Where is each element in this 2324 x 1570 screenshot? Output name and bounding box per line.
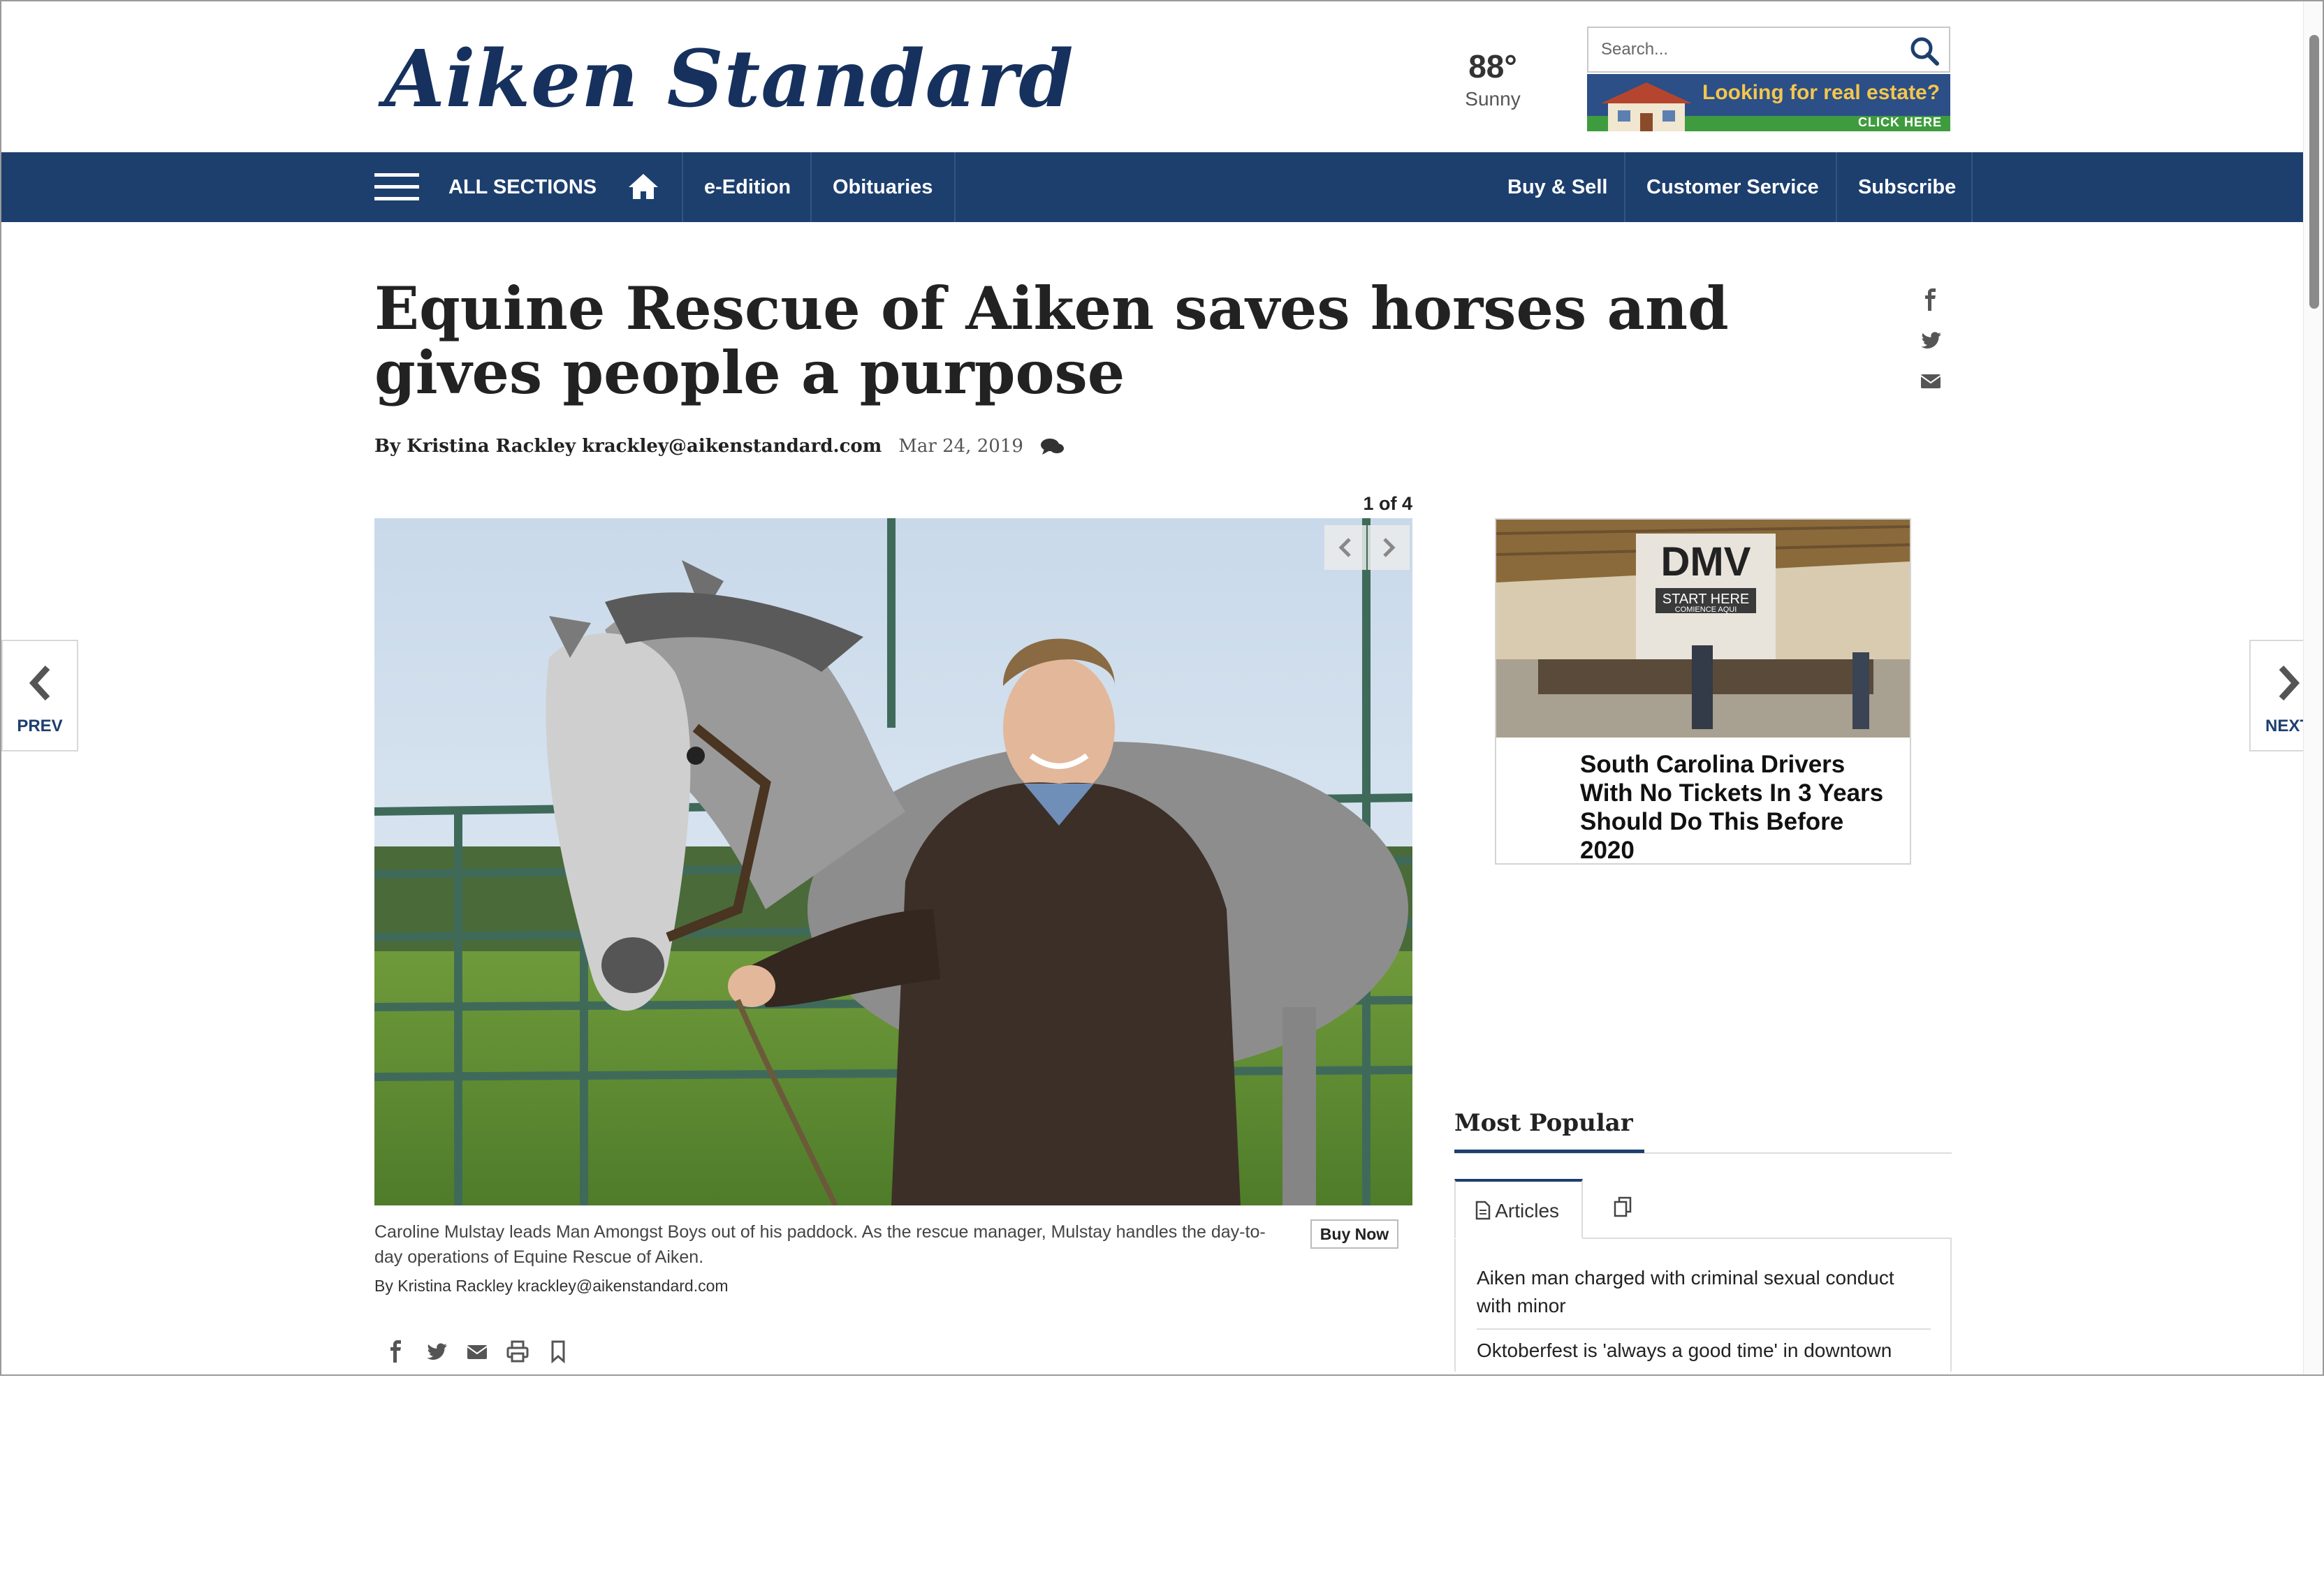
bookmark-icon[interactable]	[546, 1340, 570, 1363]
nav-item-obituaries[interactable]: Obituaries	[810, 152, 953, 222]
start-here-sign: START HERE	[1662, 592, 1749, 607]
photo-credit: By Kristina Rackley krackley@aikenstanda…	[374, 1277, 729, 1295]
article-byline-row: By Kristina Rackley krackley@aikenstanda…	[374, 436, 1065, 457]
chevron-right-icon	[2279, 665, 2300, 701]
prev-label: PREV	[17, 717, 63, 735]
email-icon[interactable]	[465, 1340, 489, 1363]
twitter-icon[interactable]	[1919, 328, 1943, 352]
copy-icon	[1614, 1196, 1632, 1217]
facebook-icon[interactable]	[384, 1340, 408, 1363]
ad-headline: Looking for real estate?	[1702, 81, 1941, 104]
ad-cta: CLICK HERE	[1857, 115, 1942, 129]
home-icon[interactable]	[627, 172, 660, 201]
browser-viewport: Aiken Standard 88° Sunny Looking for rea…	[0, 0, 2324, 1376]
chevron-left-icon	[29, 665, 50, 701]
photo-next-button[interactable]	[1368, 525, 1410, 570]
chevron-right-icon	[1383, 538, 1396, 557]
search-icon[interactable]	[1908, 35, 1941, 67]
all-sections-link[interactable]: ALL SECTIONS	[448, 152, 597, 222]
nav-item-customer-service[interactable]: Customer Service	[1624, 152, 1840, 222]
weather-temperature: 88°	[1468, 48, 1517, 85]
tab-articles[interactable]: Articles	[1454, 1179, 1583, 1239]
facebook-icon[interactable]	[1919, 288, 1943, 311]
tab-collections[interactable]	[1594, 1179, 1653, 1239]
nav-item-subscribe[interactable]: Subscribe	[1836, 152, 1977, 222]
dmv-sign: DMV	[1661, 539, 1751, 585]
prev-article-button[interactable]: PREV	[1, 640, 78, 751]
buy-now-button[interactable]: Buy Now	[1310, 1219, 1398, 1249]
house-icon	[1601, 82, 1692, 131]
dmv-photo: DMV START HERE COMIENCE AQUI	[1496, 520, 1910, 738]
hamburger-menu-icon[interactable]	[374, 173, 419, 201]
sponsored-ad[interactable]: DMV START HERE COMIENCE AQUI South Carol…	[1495, 518, 1911, 865]
article-headline: Equine Rescue of Aiken saves horses and …	[374, 274, 1729, 407]
comience-aqui-sign: COMIENCE AQUI	[1675, 606, 1737, 614]
print-icon[interactable]	[506, 1340, 529, 1363]
tab-articles-label: Articles	[1495, 1200, 1560, 1221]
twitter-icon[interactable]	[425, 1340, 448, 1363]
publish-date: Mar 24, 2019	[898, 436, 1023, 457]
nav-divider	[954, 152, 956, 222]
chevron-left-icon	[1338, 538, 1351, 557]
vertical-scrollbar[interactable]	[2303, 1, 2323, 1374]
email-icon[interactable]	[1919, 369, 1943, 392]
scrollbar-thumb[interactable]	[2309, 35, 2319, 309]
nav-item-e-edition[interactable]: e-Edition	[682, 152, 812, 222]
comments-icon[interactable]	[1040, 436, 1065, 457]
ad-title: South Carolina Drivers With No Tickets I…	[1580, 751, 1884, 864]
weather-widget[interactable]: 88° Sunny	[1454, 47, 1531, 110]
nav-divider	[1971, 152, 1973, 222]
most-popular-underline	[1454, 1150, 1644, 1153]
author-byline[interactable]: By Kristina Rackley krackley@aikenstanda…	[374, 436, 882, 457]
divider	[1477, 1328, 1931, 1330]
photo-caption: Caroline Mulstay leads Man Amongst Boys …	[374, 1222, 1266, 1267]
main-nav: ALL SECTIONS e-Edition Obituaries Buy & …	[1, 152, 2323, 222]
list-item[interactable]: Aiken man charged with criminal sexual c…	[1477, 1264, 1931, 1320]
nav-item-buy-sell[interactable]: Buy & Sell	[1486, 152, 1628, 222]
article-photo[interactable]	[374, 518, 1412, 1205]
document-icon	[1475, 1201, 1491, 1220]
site-logo[interactable]: Aiken Standard	[384, 41, 1074, 119]
photo-prev-button[interactable]	[1324, 525, 1366, 570]
search-box	[1587, 27, 1950, 73]
weather-condition: Sunny	[1465, 88, 1521, 110]
share-column	[1919, 288, 1947, 409]
horse-and-woman-photo	[374, 518, 1412, 1205]
most-popular-list: Aiken man charged with criminal sexual c…	[1454, 1239, 1952, 1372]
most-popular-tabs: Articles	[1454, 1179, 1952, 1239]
search-input[interactable]	[1588, 28, 1896, 71]
most-popular-title: Most Popular	[1454, 1109, 1633, 1137]
real-estate-ad[interactable]: Looking for real estate? CLICK HERE	[1587, 74, 1950, 131]
gallery-counter: 1 of 4	[1363, 493, 1412, 514]
list-item[interactable]: Oktoberfest is 'always a good time' in d…	[1477, 1337, 1931, 1365]
